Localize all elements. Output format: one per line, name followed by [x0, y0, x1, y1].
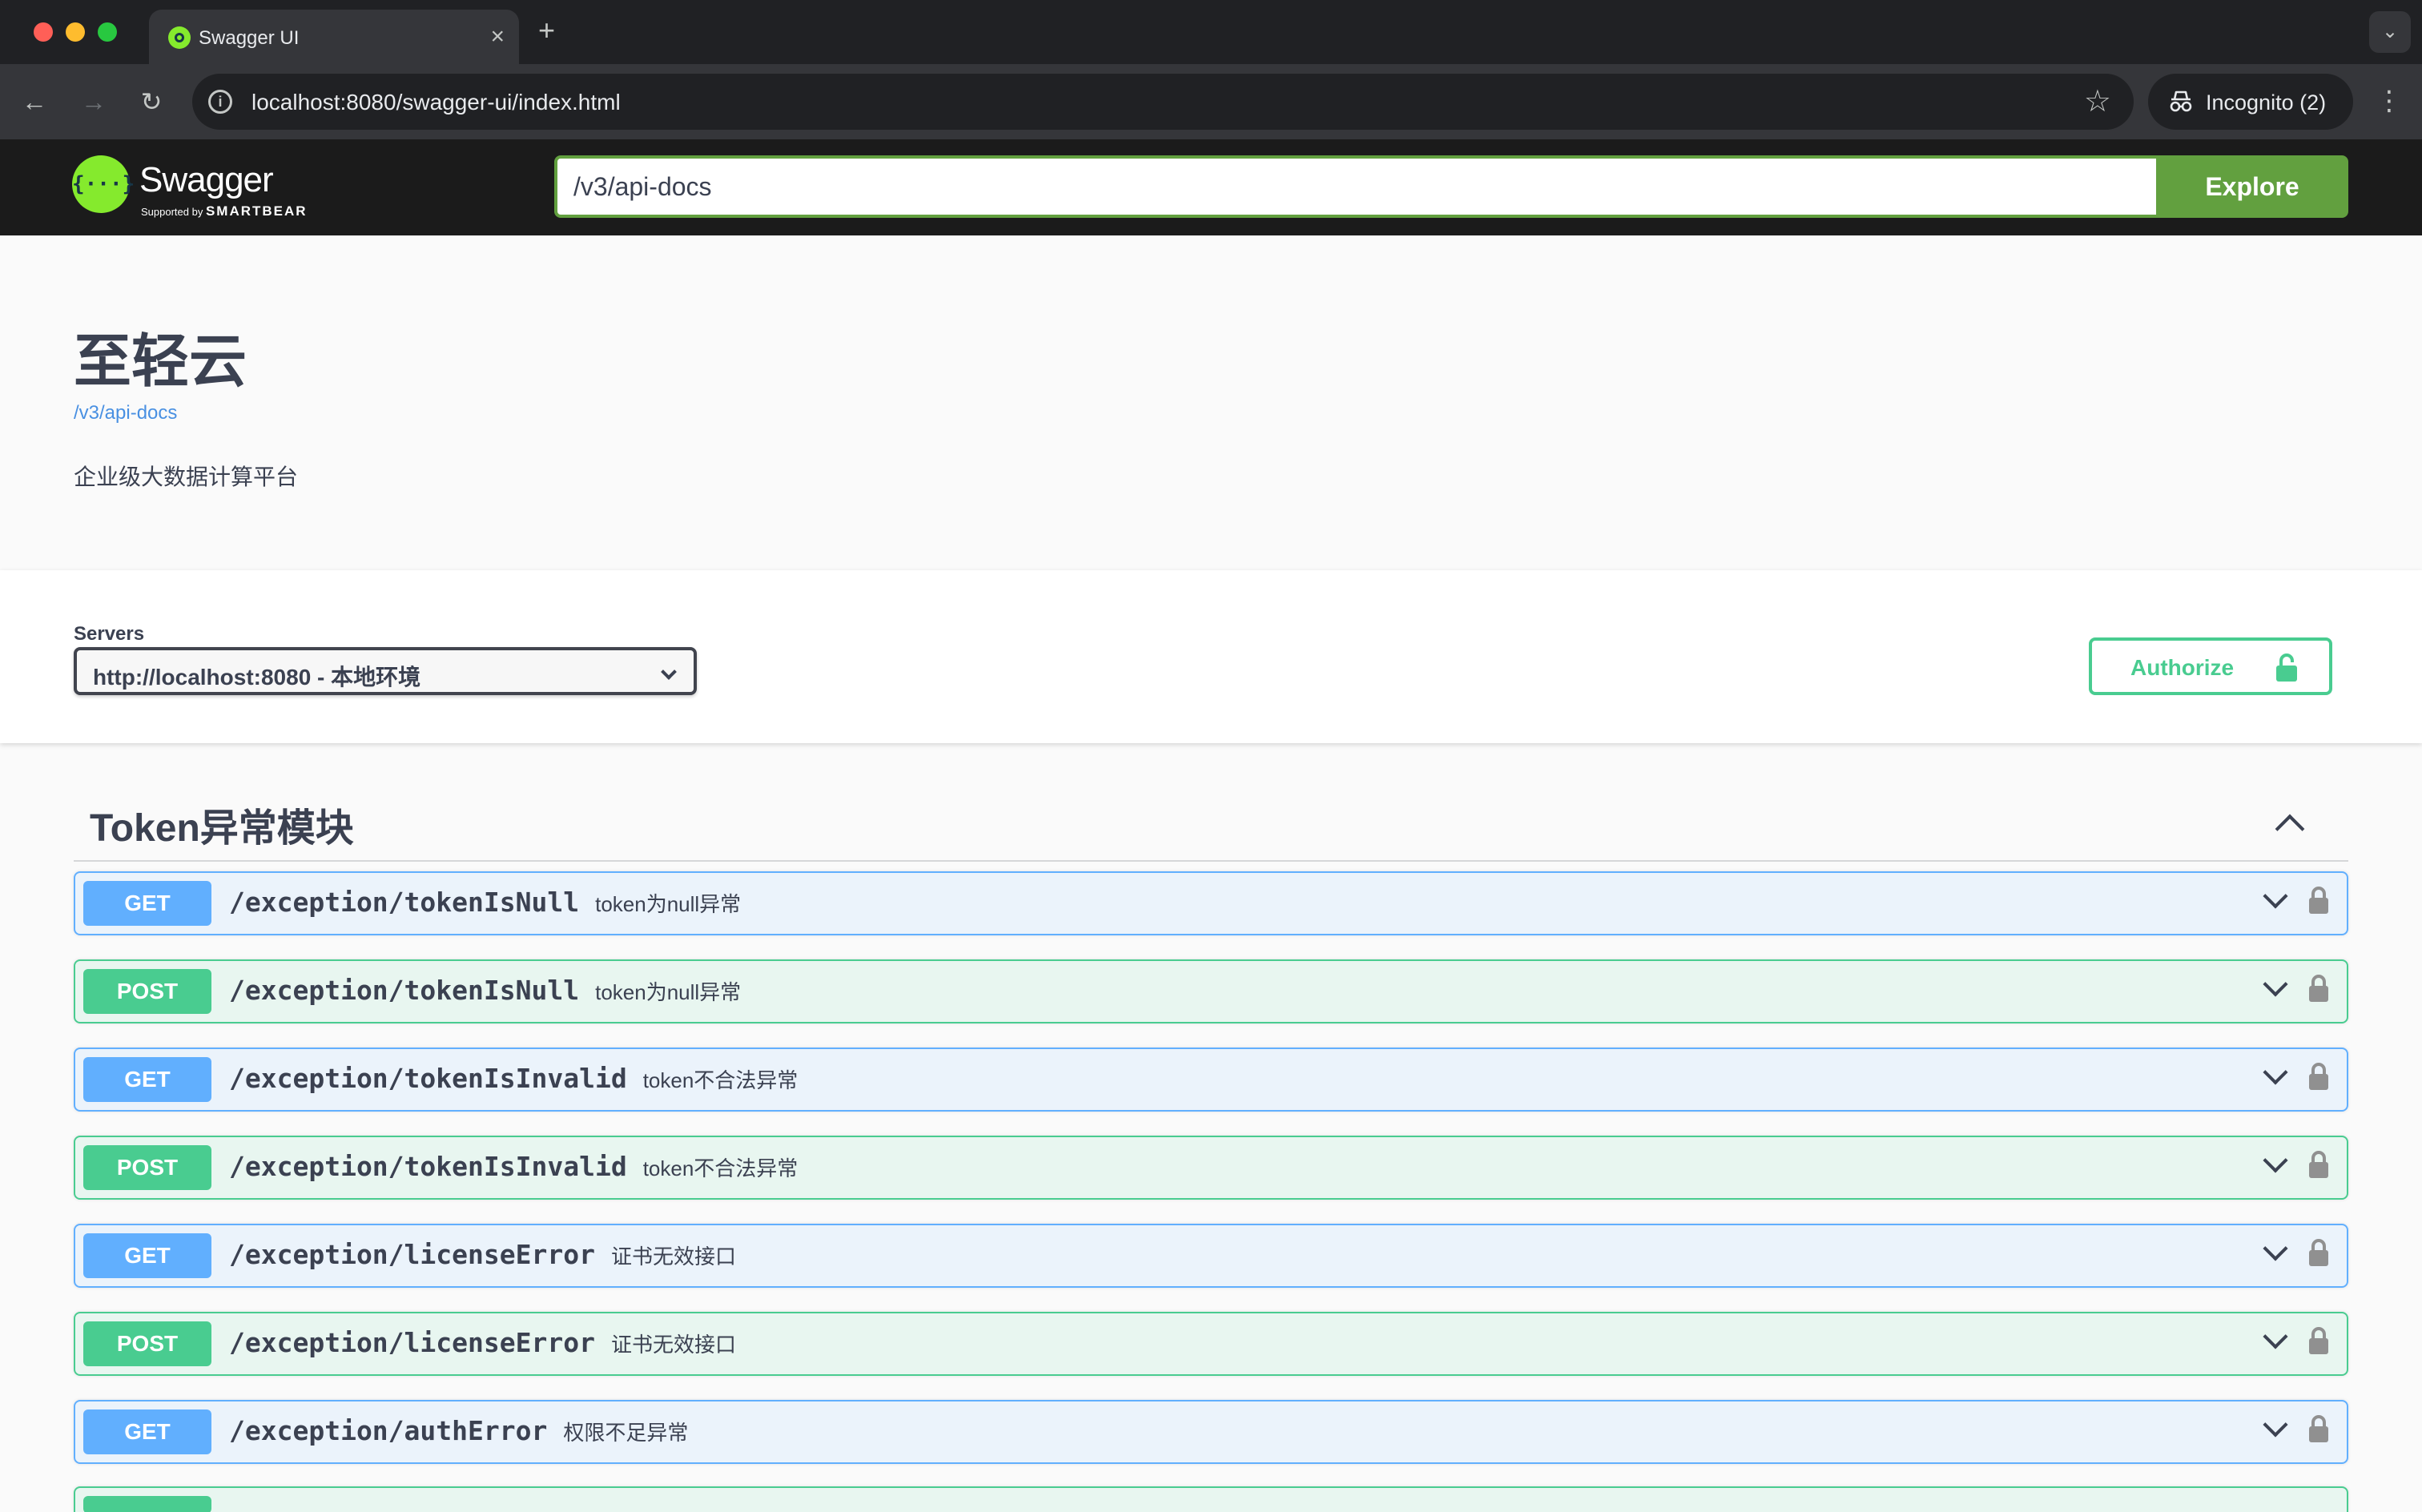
tab-search-button[interactable]: ⌄ [2369, 11, 2411, 53]
browser-tab-active[interactable]: Swagger UI × [149, 10, 519, 64]
operation-row[interactable]: GET /exception/tokenIsNull token为null异常 [74, 871, 2348, 935]
operation-path: /exception/licenseError 证书无效接口 [229, 1327, 736, 1358]
operation-summary: token不合法异常 [642, 1156, 799, 1180]
api-info: 至轻云 /v3/api-docs 企业级大数据计算平台 [0, 235, 2422, 570]
servers-selected-value: http://localhost:8080 - 本地环境 [93, 665, 421, 690]
browser-menu-icon[interactable]: ⋮ [2376, 83, 2403, 119]
incognito-indicator[interactable]: Incognito (2) [2148, 74, 2353, 130]
chevron-down-icon[interactable] [2263, 1148, 2288, 1173]
authorize-label: Authorize [2130, 655, 2235, 680]
back-button[interactable]: ← [18, 85, 51, 119]
tag-title: Token异常模块 [90, 807, 354, 850]
servers-label: Servers [74, 623, 145, 645]
path-text: /exception/tokenIsInvalid [229, 1151, 627, 1182]
operation-row[interactable]: GET /exception/tokenIsInvalid token不合法异常 [74, 1048, 2348, 1112]
lock-icon[interactable] [2308, 974, 2329, 1003]
operation-path: /exception/tokenIsInvalid token不合法异常 [229, 1151, 798, 1182]
tab-close-icon[interactable]: × [490, 22, 505, 51]
incognito-label: Incognito (2) [2206, 90, 2327, 115]
method-badge: GET [83, 1233, 211, 1278]
operation-summary: 证书无效接口 [610, 1333, 736, 1357]
operation-path: /exception/authError 权限不足异常 [229, 1415, 688, 1446]
operation-path: /exception/tokenIsNull token为null异常 [229, 975, 741, 1006]
operation-row[interactable]: GET /exception/licenseError 证书无效接口 [74, 1224, 2348, 1288]
address-bar[interactable]: i localhost:8080/swagger-ui/index.html ☆ [192, 74, 2134, 130]
path-text: /exception/tokenIsNull [229, 887, 580, 918]
path-text: /exception/licenseError [229, 1327, 595, 1358]
chevron-down-icon [661, 664, 677, 680]
lock-icon[interactable] [2308, 886, 2329, 915]
operation-summary: token为null异常 [595, 980, 742, 1004]
chevron-down-icon[interactable] [2263, 971, 2288, 997]
operation-summary: 权限不足异常 [563, 1421, 689, 1445]
logo-sub-prefix: Supported by [141, 206, 206, 218]
method-badge: POST [83, 969, 211, 1014]
swagger-logo-subtitle: Supported by SMARTBEAR [141, 203, 308, 219]
window-close-button[interactable] [34, 22, 53, 42]
operation-summary: 证书无效接口 [610, 1245, 736, 1269]
operation-row[interactable]: POST /exception/tokenIsInvalid token不合法异常 [74, 1136, 2348, 1200]
chevron-down-icon[interactable] [2263, 1412, 2288, 1438]
method-badge: POST [83, 1145, 211, 1190]
path-text: /exception/tokenIsInvalid [229, 1063, 627, 1094]
path-text: /exception/authError [229, 1415, 548, 1446]
api-description: 企业级大数据计算平台 [74, 464, 299, 489]
path-text: /exception/tokenIsNull [229, 975, 580, 1006]
tag-section-header[interactable]: Token异常模块 [74, 780, 2348, 862]
chevron-down-icon[interactable] [2263, 883, 2288, 909]
operation-path: /exception/tokenIsInvalid token不合法异常 [229, 1063, 798, 1094]
lock-icon[interactable] [2308, 1326, 2329, 1355]
incognito-icon [2170, 90, 2192, 112]
servers-select[interactable]: http://localhost:8080 - 本地环境 [74, 647, 697, 695]
unlock-icon [2276, 653, 2297, 682]
operation-path: /exception/tokenIsNull token为null异常 [229, 887, 741, 918]
operation-row-partial[interactable] [74, 1486, 2348, 1512]
explore-button[interactable]: Explore [2156, 155, 2348, 218]
spec-link[interactable]: /v3/api-docs [74, 402, 177, 424]
chevron-up-icon[interactable] [2275, 814, 2305, 844]
chevron-down-icon[interactable] [2263, 1324, 2288, 1349]
swagger-favicon-icon [168, 26, 191, 49]
scheme-container: Servers http://localhost:8080 - 本地环境 Aut… [0, 570, 2422, 743]
lock-icon[interactable] [2308, 1414, 2329, 1443]
lock-icon[interactable] [2308, 1238, 2329, 1267]
method-badge-partial [83, 1496, 211, 1512]
operation-summary: token为null异常 [595, 892, 742, 916]
method-badge: GET [83, 881, 211, 926]
swagger-logo-text[interactable]: Swagger [139, 160, 274, 200]
bookmark-star-icon[interactable]: ☆ [2084, 85, 2111, 119]
lock-icon[interactable] [2308, 1150, 2329, 1179]
window-zoom-button[interactable] [98, 22, 117, 42]
method-badge: GET [83, 1409, 211, 1454]
tab-title: Swagger UI [199, 27, 300, 49]
path-text: /exception/licenseError [229, 1239, 595, 1270]
reload-button[interactable]: ↻ [135, 85, 168, 119]
operation-path: /exception/licenseError 证书无效接口 [229, 1239, 736, 1270]
browser-toolbar: ← → ↻ i localhost:8080/swagger-ui/index.… [0, 64, 2422, 139]
url-text[interactable]: localhost:8080/swagger-ui/index.html [251, 90, 621, 115]
operation-row[interactable]: POST /exception/licenseError 证书无效接口 [74, 1312, 2348, 1376]
lock-icon[interactable] [2308, 1062, 2329, 1091]
method-badge: GET [83, 1057, 211, 1102]
swagger-topbar: {···} Swagger Supported by SMARTBEAR Exp… [0, 139, 2422, 235]
chevron-down-icon[interactable] [2263, 1236, 2288, 1261]
site-info-icon[interactable]: i [208, 90, 232, 114]
spec-url-input[interactable] [554, 155, 2156, 218]
operation-row[interactable]: GET /exception/authError 权限不足异常 [74, 1400, 2348, 1464]
logo-sub-brand: SMARTBEAR [205, 203, 308, 219]
browser-tab-bar: Swagger UI × + ⌄ [0, 0, 2422, 64]
new-tab-button[interactable]: + [538, 14, 555, 46]
method-badge: POST [83, 1321, 211, 1366]
authorize-button[interactable]: Authorize [2089, 637, 2332, 695]
forward-button[interactable]: → [77, 85, 111, 119]
window-minimize-button[interactable] [66, 22, 85, 42]
operation-row[interactable]: POST /exception/tokenIsNull token为null异常 [74, 959, 2348, 1023]
operation-summary: token不合法异常 [642, 1068, 799, 1092]
api-title: 至轻云 [74, 330, 247, 394]
swagger-logo-icon[interactable]: {···} [72, 155, 135, 213]
chevron-down-icon[interactable] [2263, 1060, 2288, 1085]
